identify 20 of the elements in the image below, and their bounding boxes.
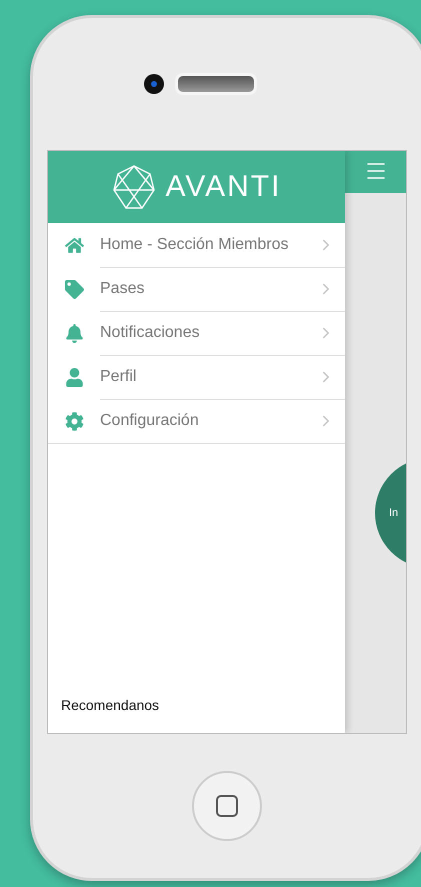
logo-icon [112,164,156,210]
camera-icon [143,73,165,95]
menu-label: Notificaciones [100,324,200,342]
menu-item[interactable]: Notificaciones [48,311,345,355]
bell-icon [64,324,84,342]
logo-text: AVANTI [166,170,282,204]
menu-label: Perfil [100,368,136,386]
gear-icon [64,412,84,430]
menu-label: Pases [100,280,144,298]
tag-icon [64,280,84,298]
menu-item[interactable]: Home - Sección Miembros [48,223,345,267]
menu-item[interactable]: Pases [48,267,345,311]
menu-label: Home - Sección Miembros [100,236,288,254]
square-icon [216,795,238,817]
circle-text: In [389,507,398,519]
house-icon [64,236,84,254]
recommend-link[interactable]: Recomendanos [48,697,345,733]
user-icon [64,368,84,386]
menu-item[interactable]: Perfil [48,355,345,399]
menu-label: Configuración [100,412,199,430]
